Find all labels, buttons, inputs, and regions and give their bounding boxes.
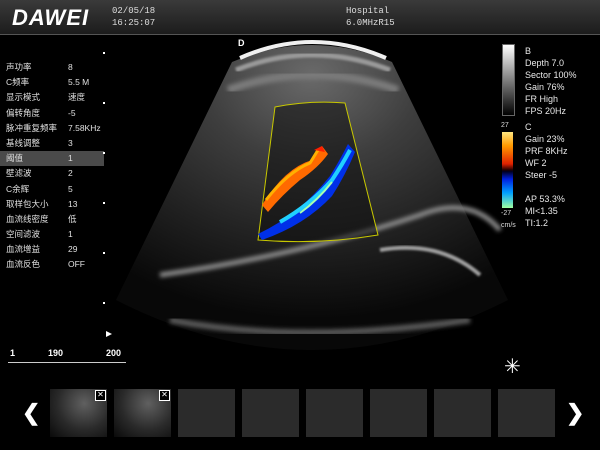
thumbnail-slot[interactable] <box>306 389 363 437</box>
steer-value: Steer -5 <box>525 170 558 180</box>
param-row[interactable]: C频率 5.5 M <box>0 75 104 90</box>
param-row[interactable]: 声功率 8 <box>0 60 104 75</box>
acoustic-power: AP 53.3% <box>525 194 565 204</box>
thumbnail-slot[interactable] <box>178 389 235 437</box>
brand-logo: DAWEI <box>12 5 90 30</box>
c-mode-label: C <box>525 122 532 132</box>
fps-value: FPS 20Hz <box>525 106 567 116</box>
thumbnail-2[interactable]: ✕ <box>114 389 171 437</box>
thumbnail-slot[interactable] <box>370 389 427 437</box>
param-row[interactable]: 脉冲重复频率 7.58KHz <box>0 121 104 136</box>
param-row[interactable]: 血流线密度低 <box>0 212 104 227</box>
orientation-marker: D <box>238 38 245 48</box>
flow-red <box>262 146 328 212</box>
prf-value: PRF 8KHz <box>525 146 568 156</box>
param-row[interactable]: 壁滤波 2 <box>0 166 104 181</box>
depth-tick <box>103 102 105 104</box>
thumbnail-slot[interactable] <box>498 389 555 437</box>
velocity-scale-bottom: -27 <box>501 210 512 217</box>
hospital-name: Hospital <box>346 6 390 16</box>
depth-tick <box>103 252 105 254</box>
thumbnail-slot[interactable] <box>434 389 491 437</box>
velocity-unit: cm/s <box>501 222 516 229</box>
frame-rate: FR High <box>525 94 559 104</box>
b-mode-label: B <box>525 46 532 56</box>
mechanical-index: MI<1.35 <box>525 206 558 216</box>
prev-arrow-icon[interactable]: ❮ <box>22 400 40 426</box>
cine-current: 190 <box>48 348 64 358</box>
color-gain: Gain 23% <box>525 134 565 144</box>
cine-track <box>8 362 126 363</box>
velocity-color-bar <box>502 132 513 208</box>
param-row[interactable]: 显示模式 速度 <box>0 90 104 105</box>
depth-tick <box>103 152 105 154</box>
thumbnail-slot[interactable] <box>242 389 299 437</box>
param-row[interactable]: 血流增益 29 <box>0 242 104 257</box>
thumbnail-bar: ❮ ✕ ✕ ❯ <box>0 386 600 437</box>
exam-time: 16:25:07 <box>112 18 156 28</box>
thermal-index: TI:1.2 <box>525 218 549 228</box>
param-row[interactable]: 血流反色 OFF <box>0 257 104 272</box>
probe-icon: ✳ <box>504 356 521 378</box>
cine-start: 1 <box>10 348 16 358</box>
depth-tick <box>103 52 105 54</box>
velocity-scale-top: 27 <box>501 122 509 129</box>
sector-value: Sector 100% <box>525 70 577 80</box>
depth-tick <box>103 202 105 204</box>
close-icon[interactable]: ✕ <box>95 390 106 401</box>
probe-info: 6.0MHzR15 <box>346 18 395 28</box>
param-row-selected[interactable]: 阈值 1 <box>0 151 104 167</box>
param-row[interactable]: 取样包大小 13 <box>0 197 104 212</box>
exam-date: 02/05/18 <box>112 6 156 16</box>
wall-filter: WF 2 <box>525 158 547 168</box>
sector-fan <box>116 45 508 350</box>
parameter-menu: 声功率 8 C频率 5.5 M 显示模式 速度 偏转角度 -5 脉冲重复频率 7.58KH… <box>0 60 104 273</box>
close-icon[interactable]: ✕ <box>159 390 170 401</box>
next-arrow-icon[interactable]: ❯ <box>566 400 584 426</box>
gain-value: Gain 76% <box>525 82 565 92</box>
color-box <box>257 101 379 243</box>
grayscale-bar <box>502 44 515 116</box>
param-row[interactable]: 偏转角度 -5 <box>0 106 104 121</box>
param-row[interactable]: 空间滤波 1 <box>0 227 104 242</box>
top-bar: DAWEI 02/05/18 16:25:07 Hospital 6.0MHzR… <box>0 0 600 35</box>
thumbnail-1[interactable]: ✕ <box>50 389 107 437</box>
flow-blue <box>258 144 355 240</box>
cine-end: 200 <box>106 348 122 358</box>
depth-value: Depth 7.0 <box>525 58 565 68</box>
depth-tick <box>103 302 105 304</box>
param-row[interactable]: 基线调整 3 <box>0 136 104 151</box>
param-row[interactable]: C余辉 5 <box>0 182 104 197</box>
